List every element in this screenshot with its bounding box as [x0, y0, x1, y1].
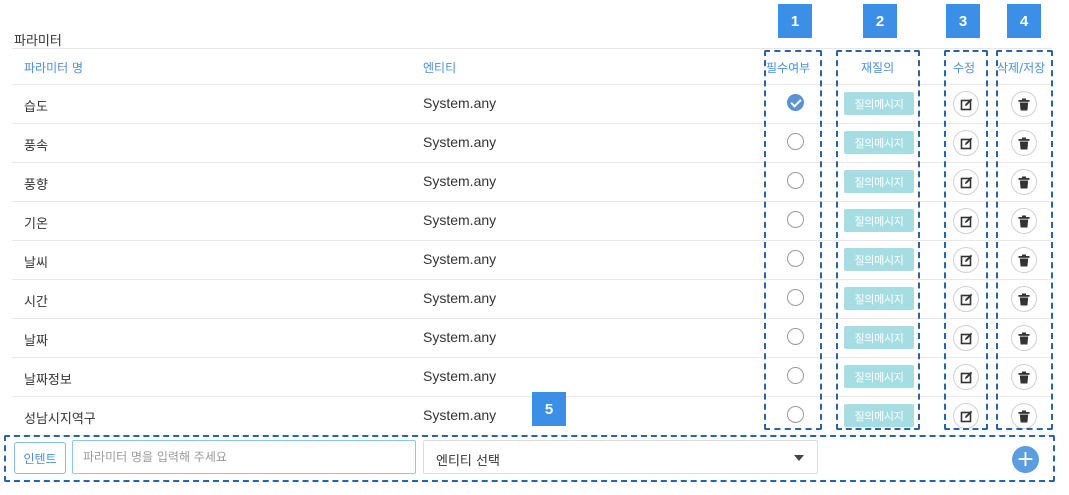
param-name: 풍향	[24, 178, 48, 193]
param-name: 성남시지역구	[24, 412, 96, 427]
header-entity: 엔티티	[423, 61, 457, 75]
param-entity: System.any	[423, 329, 497, 345]
param-name: 습도	[24, 100, 48, 115]
param-entity: System.any	[423, 212, 497, 228]
param-name: 날짜	[24, 334, 48, 349]
callout-3: 3	[946, 4, 980, 38]
highlight-required-column	[764, 50, 822, 430]
entity-select-label: 엔티티 선택	[436, 454, 500, 469]
param-name: 기온	[24, 217, 48, 232]
param-entity: System.any	[423, 368, 497, 384]
callout-5: 5	[532, 392, 566, 426]
param-entity: System.any	[423, 407, 497, 423]
callout-1: 1	[778, 4, 812, 38]
parameter-name-input[interactable]	[72, 440, 416, 474]
param-entity: System.any	[423, 173, 497, 189]
param-name: 날씨	[24, 256, 48, 271]
callout-2: 2	[863, 4, 897, 38]
highlight-delete-column	[996, 50, 1053, 430]
param-name: 풍속	[24, 139, 48, 154]
entity-select[interactable]: 엔티티 선택	[423, 440, 818, 474]
param-entity: System.any	[423, 95, 497, 111]
param-entity: System.any	[423, 290, 497, 306]
caret-down-icon	[794, 455, 804, 461]
param-entity: System.any	[423, 251, 497, 267]
section-title: 파라미터	[14, 34, 62, 49]
plus-icon[interactable]: +	[1012, 446, 1039, 473]
param-name: 시간	[24, 295, 48, 310]
callout-4: 4	[1007, 4, 1041, 38]
param-entity: System.any	[423, 134, 497, 150]
highlight-requery-column	[836, 50, 920, 430]
intent-button[interactable]: 인텐트	[14, 442, 66, 474]
highlight-edit-column	[944, 50, 988, 430]
param-name: 날짜정보	[24, 373, 72, 388]
header-param-name: 파라미터 명	[24, 61, 84, 75]
